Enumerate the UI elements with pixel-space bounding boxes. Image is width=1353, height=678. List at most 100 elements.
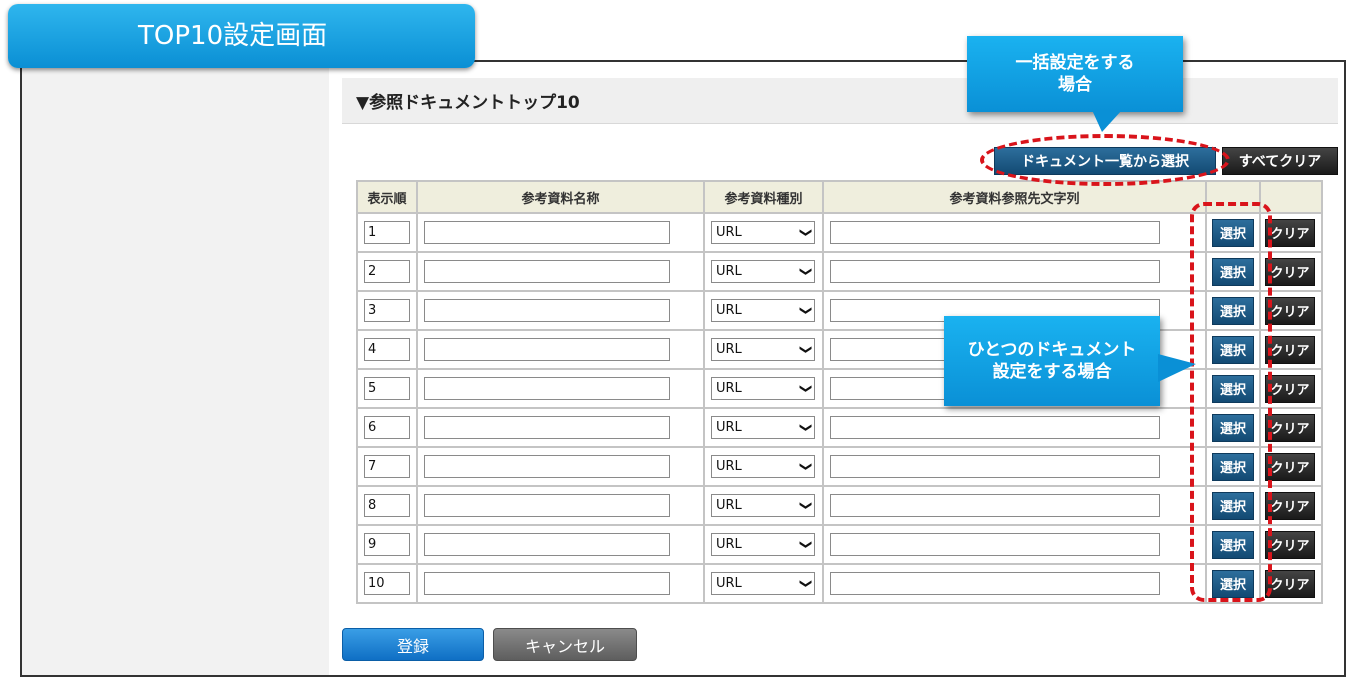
- order-input[interactable]: 1: [364, 221, 410, 244]
- order-input[interactable]: 7: [364, 455, 410, 478]
- type-select[interactable]: URL ❯: [711, 533, 815, 556]
- name-input[interactable]: [424, 221, 670, 244]
- name-input[interactable]: [424, 416, 670, 439]
- table-row: 1 URL ❯ 選択 クリア: [356, 212, 1323, 253]
- cancel-button[interactable]: キャンセル: [493, 628, 637, 661]
- cell-name: [416, 290, 705, 331]
- cell-order: 9: [356, 524, 418, 565]
- type-select-value: URL: [716, 537, 742, 552]
- type-select[interactable]: URL ❯: [711, 260, 815, 283]
- row-clear-button[interactable]: クリア: [1265, 452, 1315, 481]
- row-clear-button[interactable]: クリア: [1265, 413, 1315, 442]
- order-input[interactable]: 10: [364, 572, 410, 595]
- header-order: 表示順: [356, 180, 418, 214]
- ref-input[interactable]: [830, 455, 1160, 478]
- callout-single-setting: ひとつのドキュメント 設定をする場合: [944, 316, 1160, 406]
- table-row: 6 URL ❯ 選択 クリア: [356, 407, 1323, 448]
- row-clear-button[interactable]: クリア: [1265, 530, 1315, 559]
- row-clear-button[interactable]: クリア: [1265, 257, 1315, 286]
- bulk-highlight-ellipse: [980, 134, 1230, 186]
- ref-input[interactable]: [830, 416, 1160, 439]
- order-input[interactable]: 8: [364, 494, 410, 517]
- cell-name: [416, 524, 705, 565]
- table-row: 10 URL ❯ 選択 クリア: [356, 563, 1323, 604]
- cell-ref: [822, 446, 1207, 487]
- row-clear-button[interactable]: クリア: [1265, 218, 1315, 247]
- type-select[interactable]: URL ❯: [711, 494, 815, 517]
- type-select[interactable]: URL ❯: [711, 377, 815, 400]
- header-type: 参考資料種別: [703, 180, 824, 214]
- order-input[interactable]: 6: [364, 416, 410, 439]
- register-button[interactable]: 登録: [342, 628, 484, 661]
- type-select[interactable]: URL ❯: [711, 416, 815, 439]
- type-select[interactable]: URL ❯: [711, 455, 815, 478]
- cell-type: URL ❯: [703, 212, 824, 253]
- ref-input[interactable]: [830, 494, 1160, 517]
- cell-name: [416, 407, 705, 448]
- clear-all-button-label: すべてクリア: [1238, 154, 1322, 170]
- chevron-down-icon: ❯: [799, 422, 814, 433]
- cell-type: URL ❯: [703, 329, 824, 370]
- cell-type: URL ❯: [703, 563, 824, 604]
- cell-order: 3: [356, 290, 418, 331]
- name-input[interactable]: [424, 377, 670, 400]
- ref-input[interactable]: [830, 260, 1160, 283]
- row-clear-button[interactable]: クリア: [1265, 491, 1315, 520]
- order-input[interactable]: 5: [364, 377, 410, 400]
- name-input[interactable]: [424, 299, 670, 322]
- type-select-value: URL: [716, 225, 742, 240]
- type-select[interactable]: URL ❯: [711, 221, 815, 244]
- cancel-button-label: キャンセル: [524, 636, 605, 656]
- cell-ref: [822, 485, 1207, 526]
- type-select[interactable]: URL ❯: [711, 338, 815, 361]
- name-input[interactable]: [424, 572, 670, 595]
- page-banner: TOP10設定画面: [8, 4, 475, 68]
- chevron-down-icon: ❯: [799, 344, 814, 355]
- callout-bulk-setting: 一括設定をする 場合: [967, 36, 1183, 112]
- cell-name: [416, 251, 705, 292]
- cell-order: 7: [356, 446, 418, 487]
- name-input[interactable]: [424, 260, 670, 283]
- name-input[interactable]: [424, 533, 670, 556]
- cell-ref: [822, 563, 1207, 604]
- cell-order: 8: [356, 485, 418, 526]
- table-header-row: 表示順 参考資料名称 参考資料種別 参考資料参照先文字列: [356, 180, 1323, 214]
- order-input[interactable]: 9: [364, 533, 410, 556]
- top10-table: 表示順 参考資料名称 参考資料種別 参考資料参照先文字列 1 URL ❯ 選択 クリア 2…: [356, 180, 1323, 604]
- cell-type: URL ❯: [703, 290, 824, 331]
- chevron-down-icon: ❯: [799, 539, 814, 550]
- callout-single-pointer: [1158, 354, 1196, 382]
- register-button-label: 登録: [396, 636, 429, 656]
- name-input[interactable]: [424, 338, 670, 361]
- row-clear-button[interactable]: クリア: [1265, 374, 1315, 403]
- row-clear-button[interactable]: クリア: [1265, 296, 1315, 325]
- order-input[interactable]: 2: [364, 260, 410, 283]
- section-title: ▼参照ドキュメントトップ10: [356, 93, 580, 113]
- type-select-value: URL: [716, 264, 742, 279]
- order-input[interactable]: 4: [364, 338, 410, 361]
- cell-order: 6: [356, 407, 418, 448]
- name-input[interactable]: [424, 455, 670, 478]
- table-body: 1 URL ❯ 選択 クリア 2 URL ❯ 選択 クリア 3 URL ❯ 選択 クリア 4 URL ❯ 選択 クリア…: [356, 212, 1323, 604]
- row-clear-button[interactable]: クリア: [1265, 569, 1315, 598]
- type-select-value: URL: [716, 381, 742, 396]
- name-input[interactable]: [424, 494, 670, 517]
- clear-all-button[interactable]: すべてクリア: [1222, 147, 1338, 175]
- cell-name: [416, 212, 705, 253]
- row-clear-button[interactable]: クリア: [1265, 335, 1315, 364]
- single-highlight-box: [1190, 202, 1272, 602]
- ref-input[interactable]: [830, 572, 1160, 595]
- chevron-down-icon: ❯: [799, 383, 814, 394]
- cell-order: 5: [356, 368, 418, 409]
- sidebar-panel-fill: [22, 62, 329, 675]
- type-select[interactable]: URL ❯: [711, 299, 815, 322]
- table-row: 8 URL ❯ 選択 クリア: [356, 485, 1323, 526]
- cell-ref: [822, 251, 1207, 292]
- type-select[interactable]: URL ❯: [711, 572, 815, 595]
- cell-name: [416, 563, 705, 604]
- ref-input[interactable]: [830, 221, 1160, 244]
- table-row: 3 URL ❯ 選択 クリア: [356, 290, 1323, 331]
- ref-input[interactable]: [830, 533, 1160, 556]
- type-select-value: URL: [716, 576, 742, 591]
- order-input[interactable]: 3: [364, 299, 410, 322]
